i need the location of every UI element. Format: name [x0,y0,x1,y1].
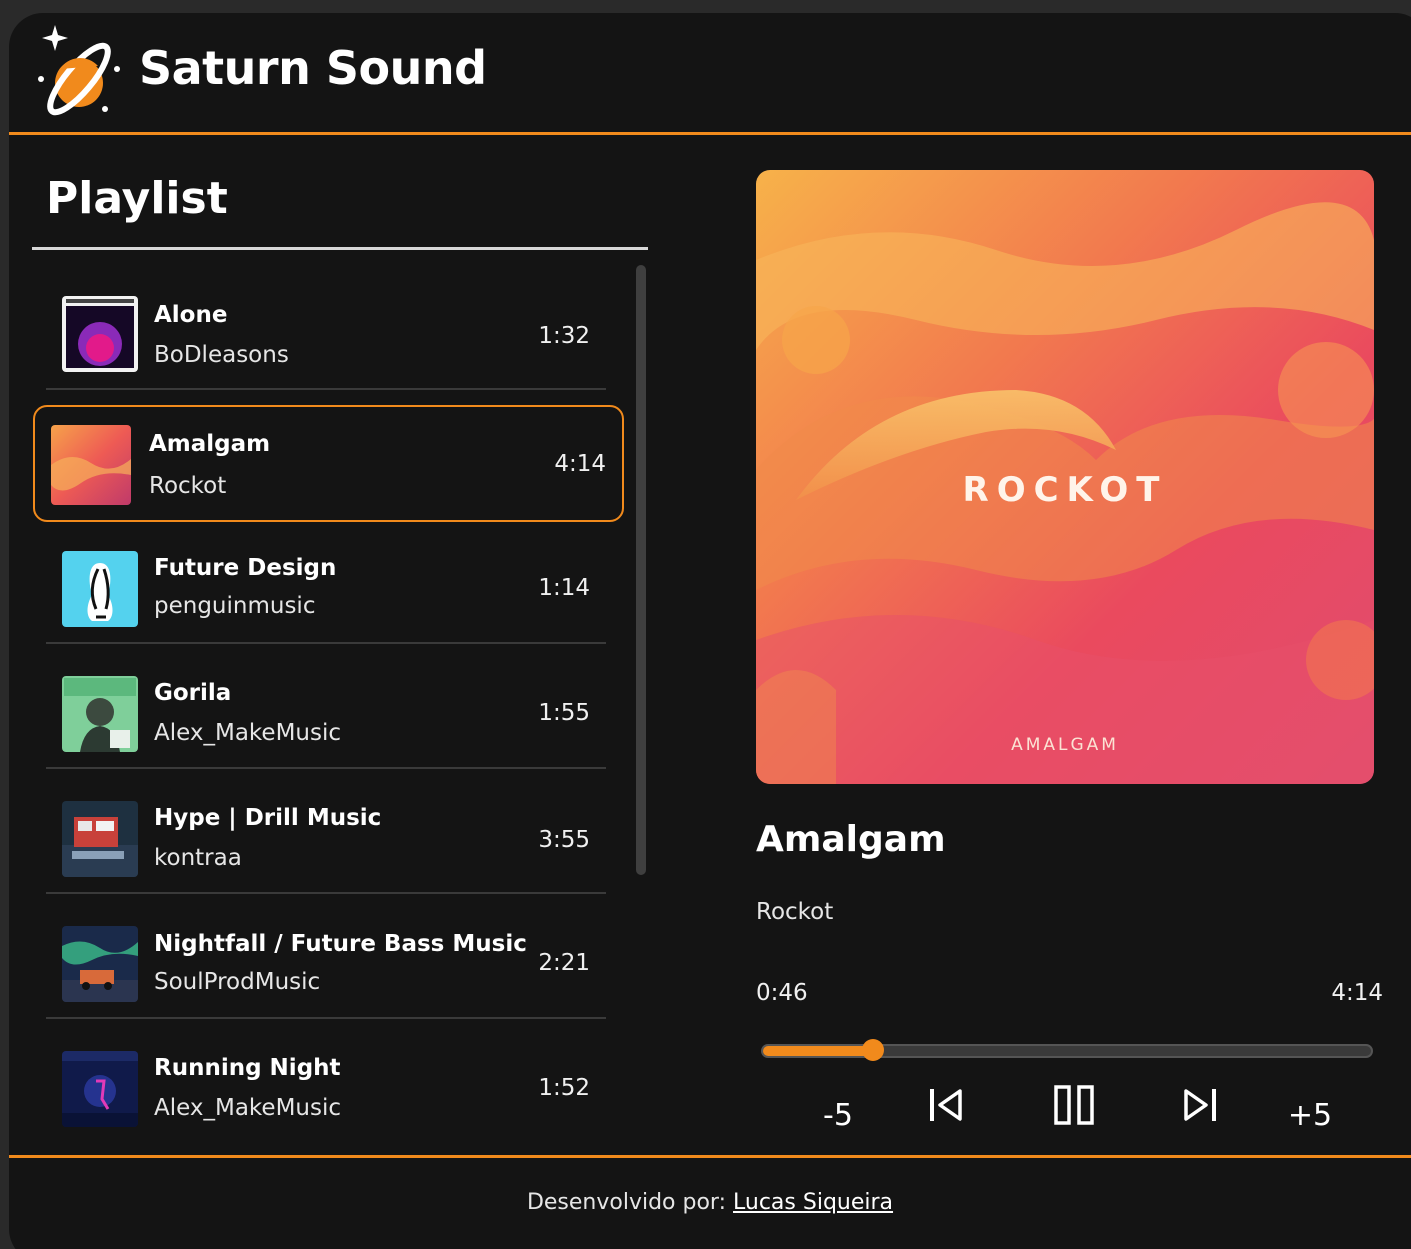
album-cover: ROCKOT AMALGAM [756,170,1374,784]
playlist-item-amalgam[interactable]: Amalgam Rockot 4:14 [33,405,624,522]
cover-album-name: AMALGAM [1011,735,1119,755]
amalgam-cover-icon [51,425,131,505]
playlist-item-alone[interactable]: Alone BoDleasons 1:32 [46,265,606,390]
track-title: Future Design [154,555,337,581]
track-duration: 2:21 [538,950,590,976]
playlist-item-hype[interactable]: Hype | Drill Music kontraa 3:55 [46,769,606,894]
progress-knob[interactable] [862,1039,884,1061]
rewind-5-button[interactable]: -5 [808,1085,868,1145]
saturn-logo-icon [38,25,120,116]
playlist-item-future-design[interactable]: Future Design penguinmusic 1:14 [46,519,606,644]
alone-cover-icon [62,296,138,372]
pause-button[interactable] [1044,1075,1104,1135]
next-track-button[interactable] [1170,1075,1230,1135]
running-night-cover-icon [62,1051,138,1127]
player-controls: -5 +5 [756,1075,1374,1145]
cover-band-name: ROCKOT [962,470,1168,510]
track-artist: Rockot [149,473,227,499]
track-artist: BoDleasons [154,342,289,368]
track-title: Running Night [154,1055,341,1081]
track-artist: SoulProdMusic [154,969,321,995]
app-window: Saturn Sound Playlist Alone BoDleasons 1… [9,13,1411,1249]
track-duration: 1:55 [538,700,590,726]
playlist-heading: Playlist [46,173,228,224]
progress-bar[interactable] [761,1039,1373,1061]
playlist-scrollbar[interactable] [636,265,646,875]
penguin-cover-icon [62,551,138,627]
track-title: Hype | Drill Music [154,805,382,831]
track-duration: 1:32 [538,323,590,349]
track-title: Alone [154,302,228,328]
now-playing-artist: Rockot [756,899,834,925]
track-artist: Alex_MakeMusic [154,720,342,746]
playlist-divider [32,247,648,250]
playlist-item-nightfall[interactable]: Nightfall / Future Bass Music SoulProdMu… [46,894,606,1019]
app-footer: Desenvolvido por: Lucas Siqueira [9,1155,1411,1249]
track-artist: Alex_MakeMusic [154,1095,342,1121]
previous-track-button[interactable] [916,1075,976,1135]
skip-next-icon [1184,1089,1216,1121]
current-time: 0:46 [756,980,808,1006]
total-time: 4:14 [1331,980,1383,1006]
progress-fill [763,1046,873,1056]
track-artist: kontraa [154,845,242,871]
playlist-item-running-night[interactable]: Running Night Alex_MakeMusic 1:52 [46,1019,606,1144]
track-duration: 4:14 [554,451,606,477]
gorila-cover-icon [62,676,138,752]
app-title: Saturn Sound [139,41,487,95]
author-link[interactable]: Lucas Siqueira [733,1190,893,1215]
app-header: Saturn Sound [9,13,1411,135]
pause-icon [1054,1085,1094,1125]
track-artist: penguinmusic [154,593,316,619]
track-title: Nightfall / Future Bass Music [154,931,527,957]
track-duration: 3:55 [538,827,590,853]
playlist-item-gorila[interactable]: Gorila Alex_MakeMusic 1:55 [46,644,606,769]
footer-credit: Desenvolvido por: Lucas Siqueira [9,1190,1411,1215]
track-title: Amalgam [149,431,271,457]
forward-5-button[interactable]: +5 [1280,1085,1340,1145]
nightfall-cover-icon [62,926,138,1002]
track-title: Gorila [154,680,232,706]
track-duration: 1:14 [538,575,590,601]
skip-previous-icon [930,1089,962,1121]
now-playing-title: Amalgam [756,819,946,860]
hype-cover-icon [62,801,138,877]
track-duration: 1:52 [538,1075,590,1101]
footer-prefix: Desenvolvido por: [526,1190,727,1215]
